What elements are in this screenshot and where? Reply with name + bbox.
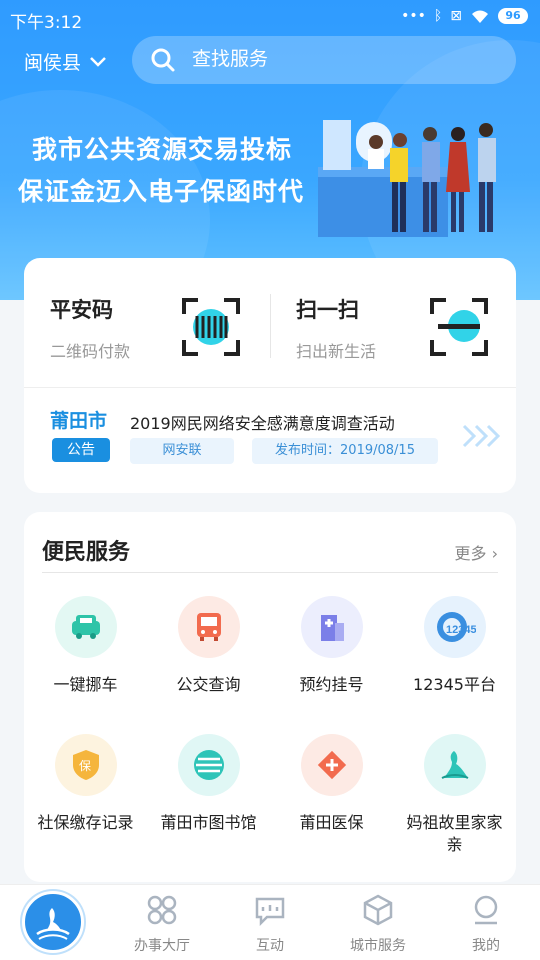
notice-tag: 公告 [52, 438, 110, 462]
more-dots-icon: ••• [401, 8, 426, 24]
chat-icon [255, 897, 285, 927]
notice-date: 发布时间：2019/08/15 [252, 438, 438, 464]
tab-interaction[interactable]: 互动 [216, 893, 324, 955]
sim-icon: ⊠ [450, 8, 462, 24]
car-icon [54, 596, 117, 658]
shield-icon: 保 [54, 734, 117, 796]
service-appointment[interactable]: 预约挂号 [270, 596, 393, 696]
service-library[interactable]: 莆田市图书馆 [147, 734, 270, 834]
service-12345[interactable]: 12345 12345平台 [393, 596, 516, 696]
region-label: 闽侯县 [24, 52, 82, 74]
scan-icon[interactable] [428, 296, 490, 358]
quick-action-subtitle: 扫出新生活 [296, 342, 377, 361]
wifi-icon [472, 10, 488, 23]
quick-actions-card: 平安码 二维码付款 扫一扫 扫出新生活 莆田市 公告 2019网民网络安全感满意… [24, 258, 516, 493]
more-label: 更多 [454, 544, 487, 563]
quick-action-subtitle: 二维码付款 [50, 342, 131, 361]
service-medical-insurance[interactable]: 莆田医保 [270, 734, 393, 834]
search-input[interactable] [192, 49, 492, 71]
home-logo-icon[interactable] [22, 891, 84, 953]
qr-barcode-icon[interactable] [180, 296, 242, 358]
tab-label: 办事大厅 [134, 938, 190, 954]
city-logo: 莆田市 [50, 410, 108, 432]
bluetooth-icon: ᛒ [433, 8, 443, 24]
svg-text:12345: 12345 [446, 624, 476, 636]
service-bus-query[interactable]: 公交查询 [147, 596, 270, 696]
service-mazu[interactable]: 妈祖故里家家亲 [393, 734, 516, 856]
service-label: 妈祖故里家家亲 [406, 813, 503, 854]
battery-icon: 96 [498, 8, 528, 24]
bottom-tab-bar: 办事大厅 互动 城市服务 我的 [0, 884, 540, 960]
service-label: 莆田市图书馆 [160, 813, 257, 832]
chevrons-right-icon[interactable] [462, 424, 502, 448]
banner-line-1: 我市公共资源交易投标 [32, 135, 293, 164]
medical-insurance-icon [300, 734, 363, 796]
service-label: 公交查询 [176, 675, 241, 694]
status-time: 下午3:12 [10, 13, 83, 33]
safety-code-action[interactable]: 平安码 二维码付款 [50, 294, 130, 362]
notice-source: 网安联 [130, 438, 234, 464]
tab-mine[interactable]: 我的 [432, 893, 540, 955]
region-selector[interactable]: 闽侯县 [24, 48, 107, 75]
services-card: 便民服务 更多 › 一键挪车 公交查询 预约挂号 12345 12345平台 保… [24, 512, 516, 882]
section-title: 便民服务 [42, 540, 131, 565]
service-label: 莆田医保 [299, 813, 364, 832]
library-icon [177, 734, 240, 796]
search-icon [151, 48, 175, 72]
tab-service-hall[interactable]: 办事大厅 [108, 893, 216, 955]
user-icon [474, 895, 498, 925]
chevron-down-icon [90, 56, 106, 67]
tab-city-services[interactable]: 城市服务 [324, 893, 432, 955]
banner-line-2: 保证金迈入电子保函时代 [18, 177, 305, 206]
cube-icon [363, 894, 393, 926]
service-label: 12345平台 [413, 675, 496, 694]
tab-label: 我的 [472, 938, 500, 954]
tab-label: 城市服务 [350, 938, 406, 954]
service-label: 预约挂号 [299, 675, 364, 694]
service-social-security[interactable]: 保 社保缴存记录 [24, 734, 147, 834]
scan-action[interactable]: 扫一扫 扫出新生活 [296, 294, 376, 362]
service-label: 社保缴存记录 [37, 813, 134, 832]
svg-text:保: 保 [79, 759, 91, 773]
quick-action-title: 平安码 [50, 298, 113, 322]
service-label: 一键挪车 [53, 675, 118, 694]
tab-label: 互动 [256, 938, 284, 954]
top-bar: 闽侯县 [0, 36, 540, 86]
quick-action-title: 扫一扫 [296, 298, 359, 322]
more-link[interactable]: 更多 › [455, 540, 499, 564]
mazu-icon [423, 734, 486, 796]
banner-illustration [318, 120, 496, 237]
status-bar: 下午3:12 ••• ᛒ ⊠ 96 [0, 0, 540, 36]
hospital-icon [300, 596, 363, 658]
bus-icon [177, 596, 240, 658]
notice-title[interactable]: 2019网民网络安全感满意度调查活动 [130, 410, 395, 434]
hotline-12345-icon: 12345 [423, 596, 486, 658]
grid-icon [147, 895, 177, 925]
news-banner[interactable]: 我市公共资源交易投标 保证金迈入电子保函时代 [0, 100, 540, 260]
search-bar[interactable] [132, 36, 516, 84]
service-one-key-move-car[interactable]: 一键挪车 [24, 596, 147, 696]
